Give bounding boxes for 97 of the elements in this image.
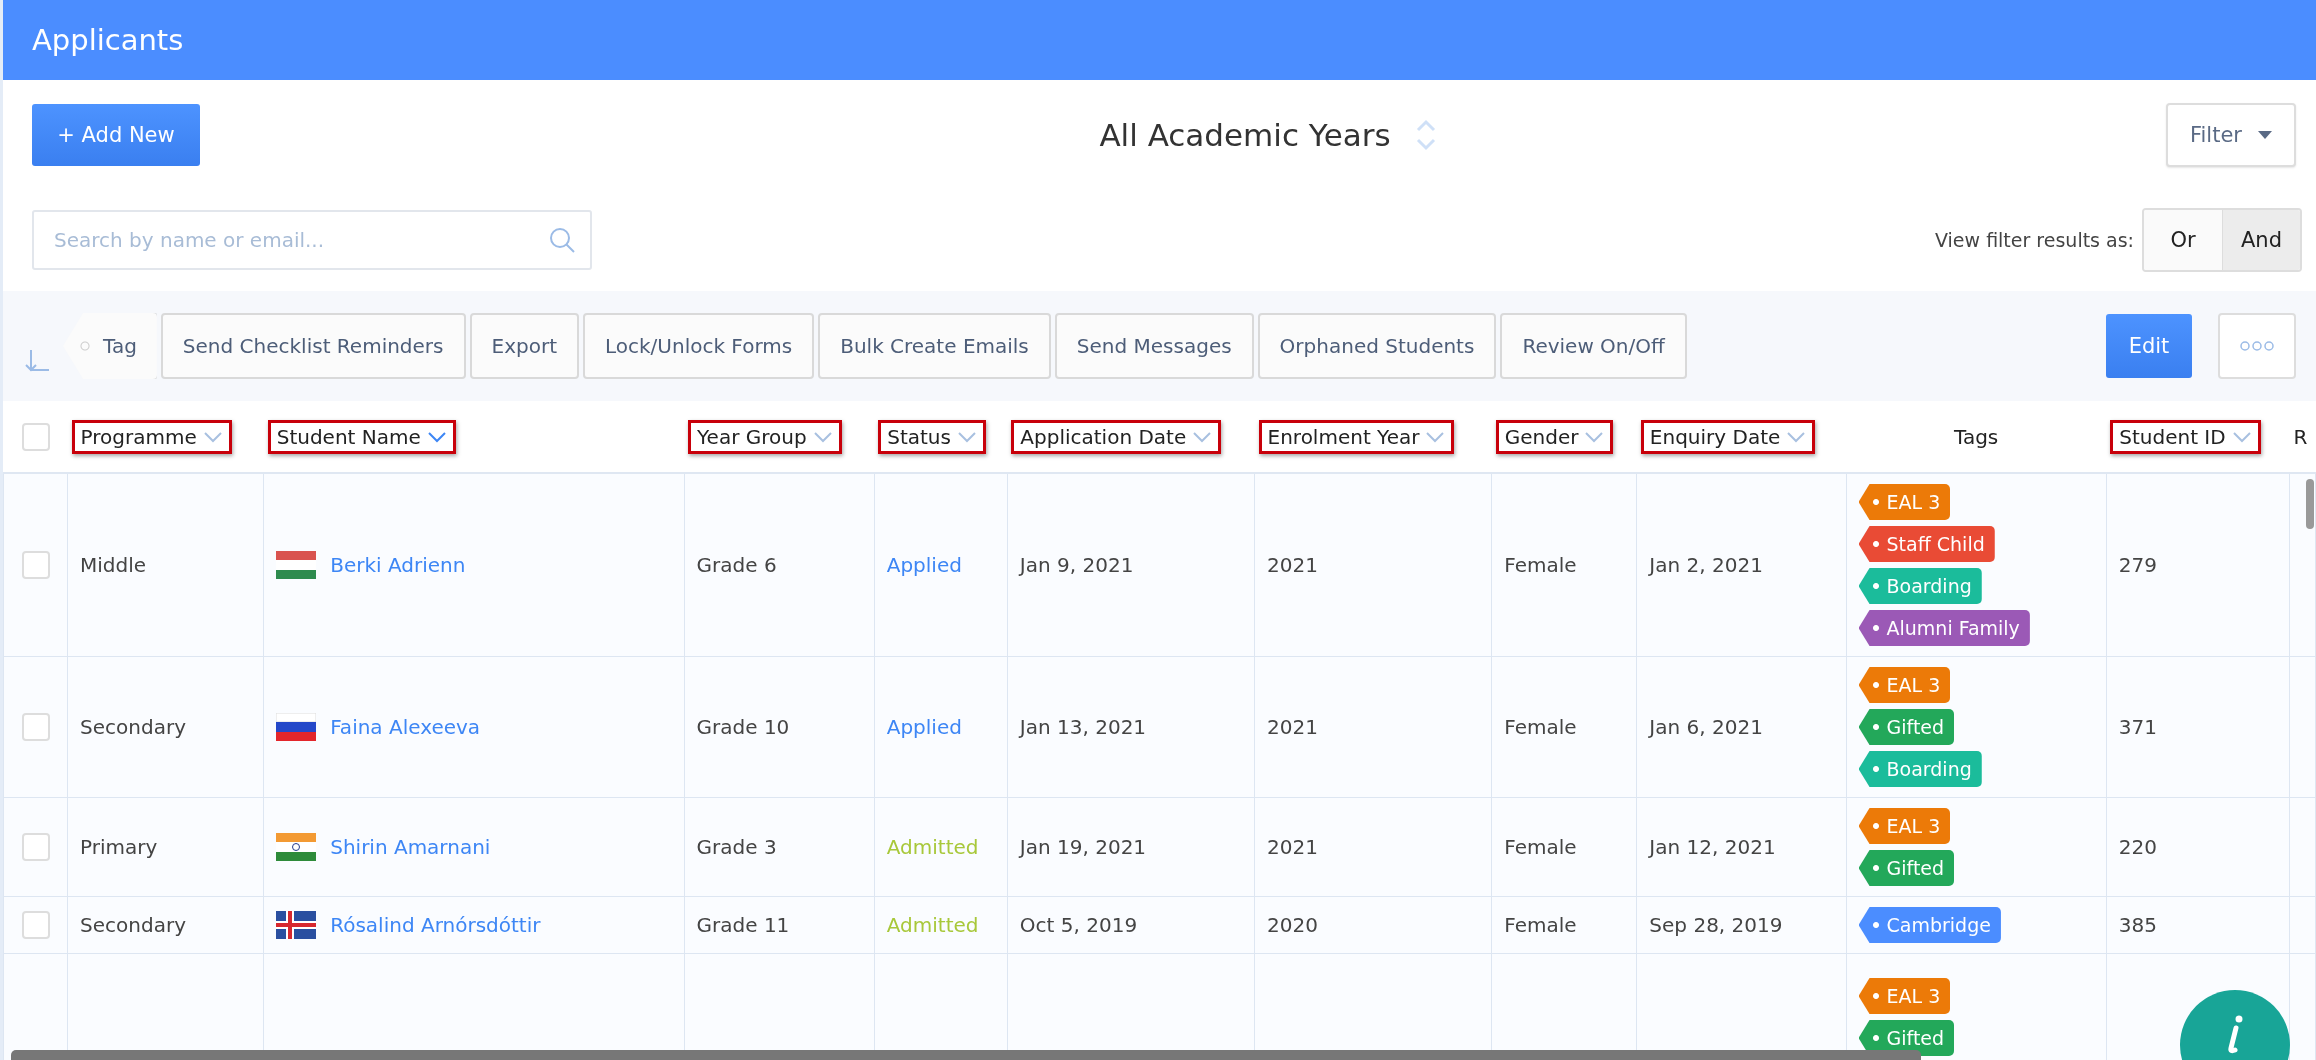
tag-label: EAL 3 — [1858, 484, 1951, 520]
year-group-cell: Grade 11 — [696, 913, 790, 937]
tag-label: EAL 3 — [1858, 667, 1951, 703]
caret-icon — [2258, 131, 2272, 139]
enquiry-date-cell: Sep 28, 2019 — [1649, 913, 1783, 937]
row-checkbox[interactable] — [21, 551, 50, 579]
gender-cell: Female — [1504, 715, 1577, 739]
tag-button[interactable]: Tag — [63, 313, 157, 379]
student-name-link[interactable]: Shirin Amarnani — [330, 835, 491, 859]
tag-label: Boarding — [1858, 751, 1982, 787]
filter-mode-label: View filter results as: — [1935, 229, 2134, 251]
year-group-cell: Grade 10 — [696, 715, 790, 739]
action-button[interactable]: Bulk Create Emails — [818, 313, 1051, 379]
column-header[interactable]: Year Group — [688, 419, 842, 454]
student-name-link[interactable]: Berki Adrienn — [330, 553, 466, 577]
year-selector-label[interactable]: All Academic Years — [1099, 117, 1391, 153]
programme-cell: Secondary — [80, 913, 186, 937]
application-date-cell: Jan 9, 2021 — [1019, 553, 1134, 577]
row-checkbox[interactable] — [21, 833, 50, 861]
row-checkbox[interactable] — [21, 911, 50, 939]
chevron-down-icon — [2231, 430, 2252, 443]
chevron-down-icon — [812, 430, 833, 443]
column-header[interactable]: Gender — [1495, 419, 1614, 454]
status-text: Applied — [886, 553, 962, 577]
filter-button[interactable]: Filter — [2166, 103, 2296, 167]
enrolment-year-cell: 2021 — [1267, 715, 1318, 739]
up-down-chevron-icon — [1414, 118, 1437, 152]
chevron-down-icon — [1786, 430, 1807, 443]
column-header[interactable]: R — [2293, 424, 2308, 449]
add-new-button[interactable]: + Add New — [32, 104, 200, 166]
action-button[interactable]: Export — [469, 313, 579, 379]
application-date-cell: Jan 13, 2021 — [1019, 715, 1147, 739]
year-group-cell: Grade 6 — [696, 553, 777, 577]
dots-icon — [2240, 341, 2274, 351]
student-name-link[interactable]: Faina Alexeeva — [330, 715, 481, 739]
horizontal-scrollbar[interactable] — [11, 1050, 1921, 1060]
action-button[interactable]: Lock/Unlock Forms — [583, 313, 815, 379]
tag-label: Boarding — [1858, 568, 1982, 604]
application-date-cell: Jan 19, 2021 — [1019, 835, 1147, 859]
programme-cell: Primary — [80, 835, 158, 859]
status-text: Applied — [886, 715, 962, 739]
info-icon — [2225, 1014, 2245, 1054]
row-checkbox[interactable] — [21, 713, 50, 741]
status-text: Admitted — [886, 913, 979, 937]
filter-mode-option[interactable]: And — [2222, 210, 2300, 270]
student-id-cell: 371 — [2118, 715, 2157, 739]
tag-label: Cambridge — [1858, 907, 2001, 943]
column-header[interactable]: Enquiry Date — [1640, 419, 1816, 454]
tag-label: Alumni Family — [1858, 610, 2030, 646]
column-header[interactable]: Student ID — [2110, 419, 2261, 454]
action-button[interactable]: Send Checklist Reminders — [160, 313, 466, 379]
enquiry-date-cell: Jan 6, 2021 — [1649, 715, 1763, 739]
student-id-cell: 385 — [2118, 913, 2157, 937]
enquiry-date-cell: Jan 12, 2021 — [1649, 835, 1776, 859]
select-all-checkbox[interactable] — [21, 422, 50, 451]
application-date-cell: Oct 5, 2019 — [1019, 913, 1138, 937]
gender-cell: Female — [1504, 553, 1577, 577]
status-text: Admitted — [886, 835, 979, 859]
tag-label: Gifted — [1858, 709, 1955, 745]
enrolment-year-cell: 2020 — [1267, 913, 1318, 937]
enrolment-year-cell: 2021 — [1267, 553, 1318, 577]
filter-mode-option[interactable]: Or — [2144, 210, 2222, 270]
student-id-cell: 279 — [2118, 553, 2157, 577]
tag-label: EAL 3 — [1858, 808, 1951, 844]
action-button[interactable]: Send Messages — [1054, 313, 1254, 379]
chevron-down-icon — [1192, 430, 1213, 443]
chevron-down-icon — [1425, 430, 1446, 443]
page-title: Applicants — [32, 23, 184, 57]
vertical-scrollbar-thumb[interactable] — [2306, 479, 2314, 529]
column-header[interactable]: Tags — [1945, 419, 2008, 454]
chevron-down-icon — [956, 430, 977, 443]
tag-label: Gifted — [1858, 850, 1955, 886]
tag-label: Staff Child — [1858, 526, 1995, 562]
gender-cell: Female — [1504, 913, 1577, 937]
enrolment-year-cell: 2021 — [1267, 835, 1318, 859]
search-icon — [548, 226, 576, 254]
chevron-down-icon — [1584, 430, 1605, 443]
chevron-down-icon — [426, 430, 447, 443]
column-header[interactable]: Student Name — [267, 419, 456, 454]
gender-cell: Female — [1504, 835, 1577, 859]
programme-cell: Secondary — [80, 715, 186, 739]
column-header[interactable]: Status — [878, 419, 986, 454]
more-button[interactable] — [2218, 313, 2296, 379]
tag-label: EAL 3 — [1858, 978, 1951, 1014]
action-button[interactable]: Review On/Off — [1500, 313, 1687, 379]
edit-button[interactable]: Edit — [2106, 314, 2192, 378]
column-header[interactable]: Enrolment Year — [1258, 419, 1455, 454]
year-group-cell: Grade 3 — [696, 835, 777, 859]
programme-cell: Middle — [80, 553, 147, 577]
action-button[interactable]: Orphaned Students — [1257, 313, 1497, 379]
search-field[interactable]: Search by name or email... — [32, 210, 592, 270]
chevron-down-icon — [202, 430, 223, 443]
column-header[interactable]: Application Date — [1011, 419, 1222, 454]
enquiry-date-cell: Jan 2, 2021 — [1649, 553, 1763, 577]
sort-arrow-icon — [25, 348, 51, 374]
student-id-cell: 220 — [2118, 835, 2157, 859]
column-header[interactable]: Programme — [71, 419, 232, 454]
